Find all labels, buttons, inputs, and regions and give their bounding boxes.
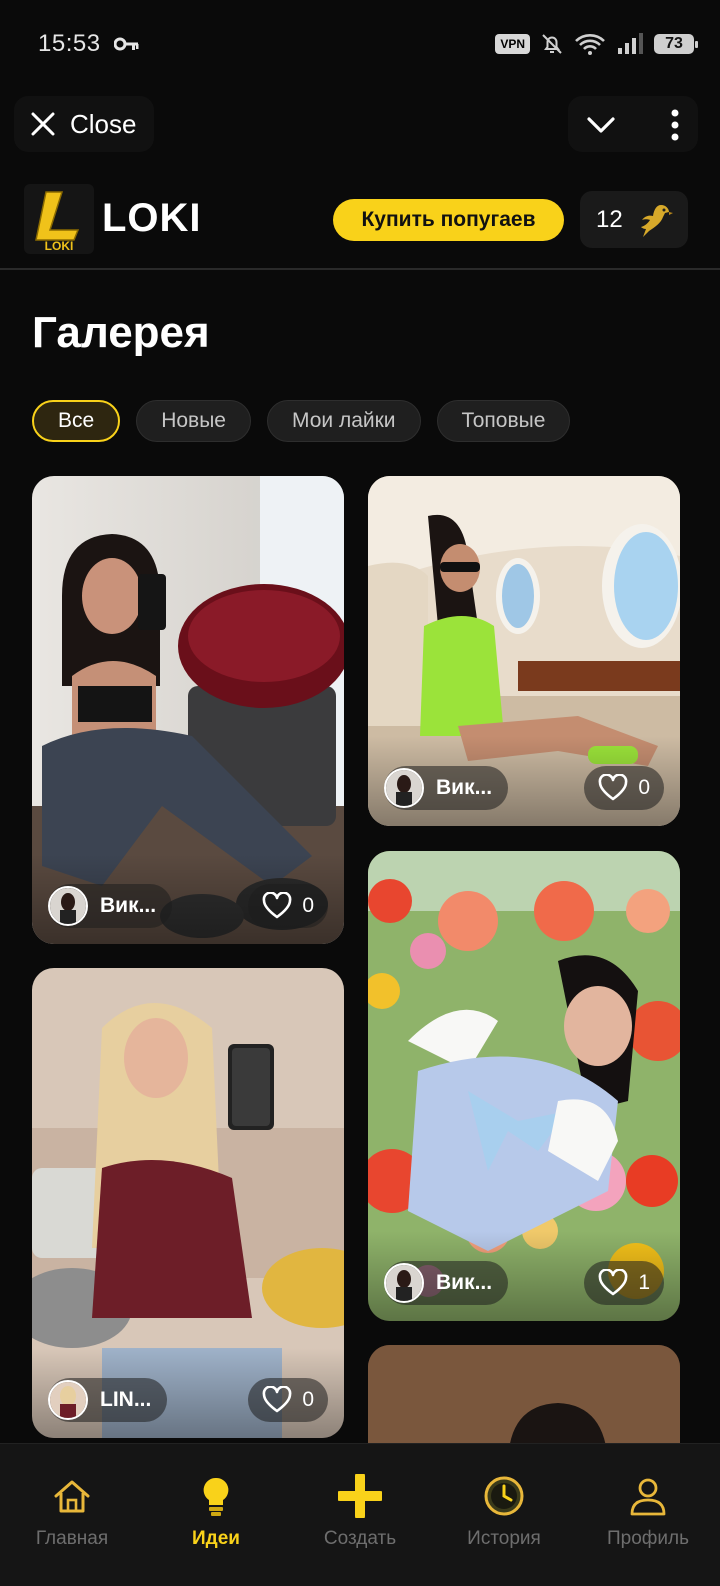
nav-history[interactable]: История [432,1444,576,1586]
author-name: Вик... [100,894,157,917]
avatar [48,886,88,926]
plus-icon [338,1474,382,1518]
nav-label: Главная [35,1528,109,1549]
heart-icon [262,892,292,919]
card-author[interactable]: Вик... [384,766,509,810]
brand-name: LOKI [102,196,202,240]
status-time: 15:53 [38,30,101,57]
more-vert-icon[interactable] [670,108,680,142]
filter-new[interactable]: Новые [136,400,251,442]
close-icon [31,112,55,136]
like-count: 0 [638,776,650,799]
filter-chips: Все Новые Мои лайки Топовые [32,400,571,442]
bell-muted-icon [542,34,562,54]
user-icon [630,1478,666,1516]
gallery-card[interactable]: Вик... 0 [32,476,344,944]
card-author[interactable]: Вик... [384,1261,509,1305]
key-icon [114,37,139,51]
status-icons: VPN 73 [495,32,698,56]
author-name: Вик... [436,776,493,799]
like-button[interactable]: 0 [584,766,664,810]
nav-profile[interactable]: Профиль [576,1444,720,1586]
parrot-icon [640,204,673,237]
battery-indicator: 73 [654,34,698,54]
like-count: 0 [302,894,314,917]
nav-home[interactable]: Главная [0,1444,144,1586]
like-button[interactable]: 0 [248,884,328,928]
buy-parrots-button[interactable]: Купить попугаев [333,199,564,241]
gallery-card[interactable]: Вик... 0 [368,476,680,826]
nav-label: Профиль [606,1528,690,1549]
avatar [48,1380,88,1420]
avatar [384,768,424,808]
chevron-down-icon[interactable] [584,108,618,142]
loki-logo: LOKI [24,184,94,254]
filter-my-likes[interactable]: Мои лайки [266,400,421,442]
home-icon [54,1480,90,1513]
wifi-icon [575,34,605,55]
nav-label: Идеи [192,1528,240,1549]
parrot-balance[interactable]: 12 [580,191,688,248]
lightbulb-icon [203,1477,229,1516]
close-label: Close [70,108,137,139]
top-right-controls [568,96,698,152]
nav-label: История [467,1528,541,1549]
gallery-card[interactable]: LIN... 0 [32,968,344,1438]
filter-all[interactable]: Все [32,400,121,442]
card-author[interactable]: LIN... [48,1378,168,1422]
nav-create[interactable]: Создать [288,1444,432,1586]
like-button[interactable]: 1 [584,1261,664,1305]
vpn-badge: VPN [495,34,530,54]
signal-icon [618,33,643,54]
header-divider [0,268,720,270]
balance-count: 12 [596,205,623,233]
battery-level: 73 [665,35,683,52]
logo-text: LOKI [45,239,74,253]
filter-top[interactable]: Топовые [436,400,571,442]
page-title: Галерея [32,308,210,357]
card-author[interactable]: Вик... [48,884,173,928]
heart-icon [262,1386,292,1413]
close-button[interactable]: Close [14,96,155,152]
heart-icon [598,774,628,801]
clock-icon [484,1476,524,1516]
author-name: LIN... [100,1388,152,1411]
heart-icon [598,1269,628,1296]
like-button[interactable]: 0 [248,1378,328,1422]
gallery-card[interactable]: Вик... 1 [368,851,680,1321]
bottom-nav: Главная Идеи Создать История Профиль [0,1443,720,1586]
loki-logo-icon: LOKI [35,191,80,253]
nav-label: Создать [323,1528,397,1549]
like-count: 0 [302,1388,314,1411]
author-name: Вик... [436,1271,493,1294]
nav-ideas[interactable]: Идеи [144,1444,288,1586]
like-count: 1 [638,1271,650,1294]
avatar [384,1263,424,1303]
